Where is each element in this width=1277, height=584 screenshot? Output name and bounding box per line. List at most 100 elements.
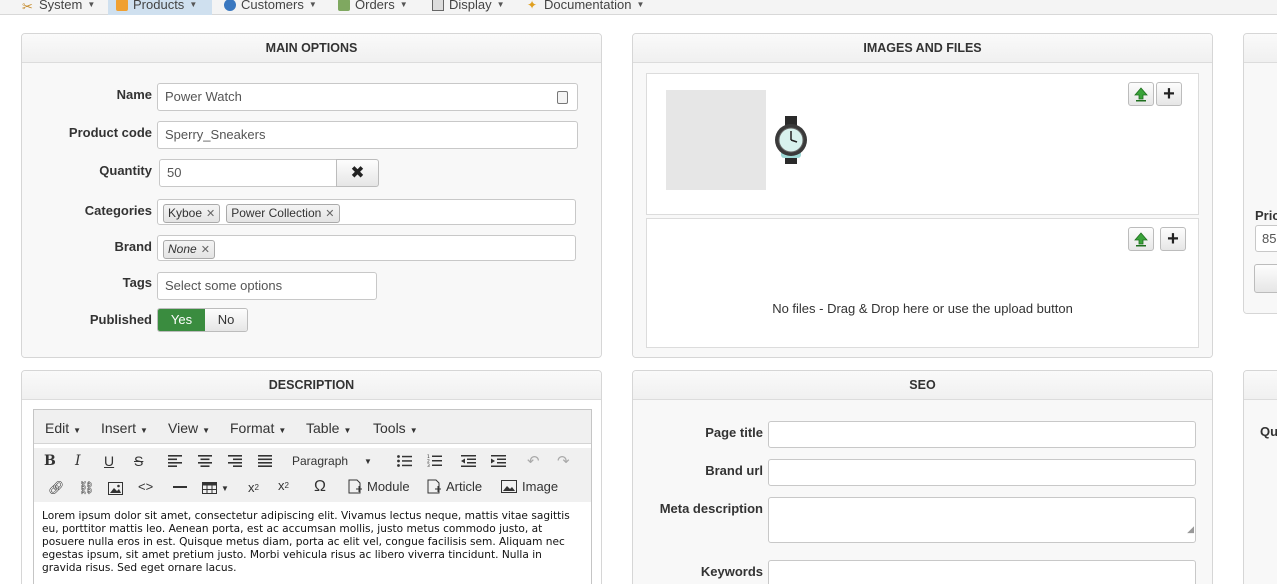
editor-content[interactable]: Lorem ipsum dolor sit amet, consectetur … (42, 510, 585, 575)
special-character-icon[interactable]: Ω (314, 478, 326, 496)
code-icon[interactable]: <> (138, 479, 153, 494)
page-title-label: Page title (705, 425, 763, 440)
tools-icon: ✂ (22, 0, 33, 14)
remove-icon[interactable]: ✕ (201, 244, 210, 256)
nav-products[interactable]: Products ▼ (108, 0, 212, 15)
rich-text-editor: Edit ▼ Insert ▼ View ▼ Format ▼ Table ▼ Tools… (33, 409, 592, 584)
link-icon[interactable]: 🔗︎ (48, 480, 65, 496)
insert-module-button[interactable]: Module (348, 479, 410, 494)
price-panel-body: Pric 85 (1244, 63, 1277, 313)
published-toggle[interactable]: Yes No (157, 308, 248, 332)
tags-input[interactable]: Select some options (157, 272, 377, 300)
menu-table[interactable]: Table ▼ (306, 420, 351, 436)
redo-icon[interactable]: ↷ (557, 452, 570, 470)
category-chip: Kyboe ✕ (163, 204, 221, 223)
price-field[interactable]: 85 (1255, 225, 1277, 252)
categories-label: Categories (84, 203, 152, 218)
chevron-down-icon: ▼ (409, 426, 418, 435)
clear-quantity-button[interactable]: ✖ (336, 159, 379, 187)
image-thumbnail[interactable] (666, 90, 766, 190)
product-code-field[interactable]: Sperry_Sneakers (157, 121, 578, 149)
page-title-field[interactable] (768, 421, 1196, 448)
image-dropzone[interactable]: + (646, 73, 1199, 215)
name-field[interactable]: Power Watch (157, 83, 578, 111)
insert-image-button[interactable]: Image (501, 479, 558, 494)
unlink-icon[interactable]: ⛓︎ (78, 480, 95, 496)
brand-chip-label: None (168, 242, 197, 256)
indent-icon[interactable] (491, 455, 506, 467)
nav-display[interactable]: Display ▼ (424, 0, 513, 15)
chevron-down-icon: ▼ (399, 0, 408, 9)
watch-image[interactable] (771, 116, 811, 164)
brand-select[interactable]: None ✕ (157, 235, 576, 261)
add-file-button[interactable]: + (1160, 227, 1186, 251)
add-image-button[interactable]: + (1156, 82, 1182, 106)
remove-icon[interactable]: ✕ (325, 208, 334, 220)
nav-documentation[interactable]: ✦ Documentation ▼ (519, 0, 652, 15)
menu-edit[interactable]: Edit ▼ (45, 420, 81, 436)
bullet-list-icon[interactable] (397, 455, 412, 467)
brand-url-field[interactable] (768, 459, 1196, 486)
editor-toolbar-1: B I U S Paragraph ▼ 123 ↶ ↷ (34, 448, 591, 475)
chevron-down-icon[interactable]: ▼ (221, 484, 229, 493)
italic-icon[interactable]: I (75, 453, 81, 469)
price-action-button[interactable] (1254, 264, 1277, 293)
category-chip-label: Power Collection (231, 206, 322, 220)
remove-icon[interactable]: ✕ (206, 208, 215, 220)
resize-handle-icon[interactable]: ◢ (1187, 516, 1194, 542)
published-no-button[interactable]: No (205, 309, 247, 331)
chevron-down-icon: ▼ (202, 426, 211, 435)
file-dropzone[interactable]: + No files - Drag & Drop here or use the… (646, 218, 1199, 348)
seo-body: Page title Brand url Meta description ◢ … (633, 400, 1212, 584)
upload-image-button[interactable] (1128, 82, 1154, 106)
nav-system[interactable]: ✂ System ▼ (14, 0, 103, 15)
images-files-title: IMAGES AND FILES (633, 34, 1212, 63)
article-icon (427, 479, 441, 494)
table-icon[interactable] (202, 482, 217, 494)
insert-article-button[interactable]: Article (427, 479, 482, 494)
menu-insert[interactable]: Insert ▼ (101, 420, 148, 436)
chevron-down-icon: ▼ (73, 426, 82, 435)
menu-view[interactable]: View ▼ (168, 420, 210, 436)
meta-description-label: Meta description (659, 501, 763, 516)
chevron-down-icon: ▼ (189, 0, 198, 9)
keywords-label: Keywords (700, 564, 763, 579)
categories-select[interactable]: Kyboe ✕ Power Collection ✕ (157, 199, 576, 225)
align-center-icon[interactable] (198, 455, 212, 467)
quantity-field[interactable]: 50 (159, 159, 337, 187)
menu-tools[interactable]: Tools ▼ (373, 420, 418, 436)
menu-format[interactable]: Format ▼ (230, 420, 286, 436)
underline-icon[interactable]: U (104, 453, 114, 469)
superscript-icon[interactable]: x2 (278, 478, 289, 493)
tags-placeholder: Select some options (165, 278, 283, 293)
nav-customers[interactable]: Customers ▼ (216, 0, 325, 15)
numbered-list-icon[interactable]: 123 (427, 454, 442, 467)
price-value: 85 (1262, 231, 1277, 246)
align-justify-icon[interactable] (258, 455, 272, 467)
subscript-icon[interactable]: x2 (248, 480, 259, 495)
chevron-down-icon: ▼ (636, 0, 645, 9)
keywords-field[interactable] (768, 560, 1196, 584)
upload-file-button[interactable] (1128, 227, 1154, 251)
menu-insert-label: Insert (101, 420, 137, 436)
article-label: Article (446, 479, 483, 494)
editor-menubar: Edit ▼ Insert ▼ View ▼ Format ▼ Table ▼ Tools… (34, 410, 591, 444)
published-yes-button[interactable]: Yes (158, 309, 205, 331)
outdent-icon[interactable] (461, 455, 476, 467)
align-right-icon[interactable] (228, 455, 242, 467)
plus-icon: + (1163, 83, 1175, 105)
image-icon[interactable] (108, 482, 123, 495)
strikethrough-icon[interactable]: S (134, 453, 143, 469)
meta-description-field[interactable]: ◢ (768, 497, 1196, 543)
chevron-down-icon: ▼ (364, 456, 372, 466)
nav-orders[interactable]: Orders ▼ (330, 0, 416, 15)
paragraph-format-select[interactable]: Paragraph ▼ (292, 454, 375, 468)
undo-icon[interactable]: ↶ (527, 452, 540, 470)
nav-display-label: Display (449, 0, 492, 12)
align-left-icon[interactable] (168, 455, 182, 467)
module-icon (348, 479, 362, 494)
horizontal-rule-icon[interactable] (173, 486, 187, 488)
chevron-down-icon: ▼ (308, 0, 317, 9)
bold-icon[interactable]: B (44, 453, 56, 469)
seo-panel: SEO Page title Brand url Meta descriptio… (632, 370, 1213, 584)
